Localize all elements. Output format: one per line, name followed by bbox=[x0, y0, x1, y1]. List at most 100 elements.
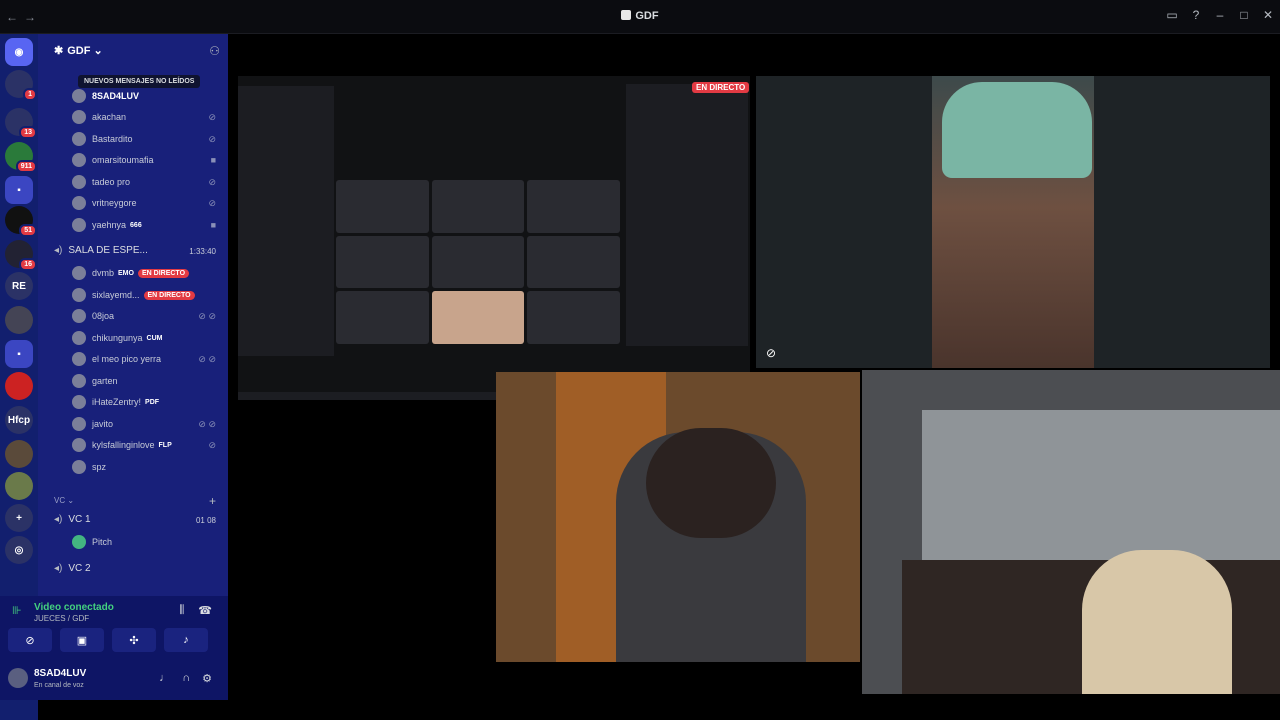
video-tile bbox=[527, 180, 620, 233]
camera-tile[interactable]: ⊘ bbox=[756, 76, 1270, 368]
participant-cap bbox=[942, 82, 1092, 178]
avatar bbox=[72, 309, 86, 323]
voice-member[interactable]: iHateZentry! PDF bbox=[72, 393, 159, 411]
soundboard-button[interactable]: ♪ bbox=[164, 628, 208, 652]
folder-icon[interactable]: ▪ bbox=[5, 176, 33, 204]
mic-muted-icon: ⊘ bbox=[208, 198, 216, 208]
add-server-icon[interactable]: + bbox=[5, 504, 33, 532]
server-icon[interactable] bbox=[5, 306, 33, 334]
avatar bbox=[72, 175, 86, 189]
video-tile bbox=[431, 291, 525, 344]
user-panel: 8SAD4LUV En canal de voz ♩ ∩ ⚙ bbox=[0, 658, 228, 700]
camera-tile[interactable] bbox=[496, 372, 860, 662]
avatar bbox=[72, 196, 86, 210]
inbox-icon[interactable]: ▭ bbox=[1166, 8, 1178, 22]
camera-icon: ■ bbox=[210, 155, 216, 165]
server-icon[interactable]: 1 bbox=[5, 70, 37, 101]
voice-member[interactable]: javito bbox=[72, 415, 113, 433]
folder-icon[interactable]: ▪ bbox=[5, 340, 33, 368]
voice-channel-waiting-room[interactable]: ◂) SALA DE ESPE... bbox=[54, 245, 148, 256]
server-icon: ✱ bbox=[54, 45, 64, 57]
server-icon[interactable]: 911 bbox=[5, 142, 37, 173]
server-icon[interactable] bbox=[5, 372, 33, 400]
voice-action-buttons: ⊘ ▣ ✣ ♪ bbox=[8, 628, 208, 652]
noise-suppression-icon[interactable]: ⫼ bbox=[179, 604, 184, 617]
channel-sidebar: ✱ GDF ⌄ ⚇ NUEVOS MENSAJES NO LEÍDOS 8SAD4… bbox=[38, 34, 228, 596]
activities-button[interactable]: ✣ bbox=[112, 628, 156, 652]
home-button[interactable]: ◉ bbox=[5, 38, 33, 66]
speaker-icon: ◂) bbox=[54, 245, 63, 256]
camera-icon: ■ bbox=[210, 220, 216, 230]
camera-off-button[interactable]: ⊘ bbox=[8, 628, 52, 652]
voice-member[interactable]: sixlayemd... EN DIRECTO bbox=[72, 286, 195, 304]
voice-member[interactable]: garten bbox=[72, 372, 118, 390]
help-icon[interactable]: ? bbox=[1190, 8, 1202, 22]
channel-timer: 1:33:40 bbox=[189, 247, 216, 256]
camera-tile[interactable] bbox=[862, 370, 1280, 694]
deafened-icon: ⊘ ⊘ bbox=[198, 311, 216, 321]
category-header[interactable]: VC ⌄ bbox=[54, 496, 74, 505]
participant-hair bbox=[646, 428, 776, 538]
voice-member[interactable]: chikungunya CUM bbox=[72, 329, 163, 347]
avatar bbox=[72, 218, 86, 232]
username[interactable]: 8SAD4LUV bbox=[34, 668, 86, 679]
voice-member[interactable]: el meo pico yerra bbox=[72, 350, 161, 368]
voice-member[interactable]: 8SAD4LUV bbox=[72, 87, 139, 105]
server-icon[interactable] bbox=[5, 440, 33, 468]
close-button[interactable]: ✕ bbox=[1262, 8, 1274, 22]
headphones-icon[interactable]: ∩ bbox=[182, 672, 190, 685]
voice-channel-vc1[interactable]: ◂) VC 1 bbox=[54, 514, 91, 525]
voice-member[interactable]: dvmb EMO EN DIRECTO bbox=[72, 264, 190, 282]
maximize-button[interactable]: □ bbox=[1238, 8, 1250, 22]
voice-member[interactable]: yaehnya 666 bbox=[72, 216, 142, 234]
screen-share-tile[interactable]: EN DIRECTO bbox=[238, 76, 750, 400]
server-icon[interactable]: Hfcp bbox=[5, 406, 33, 434]
shared-screen-sidebar bbox=[238, 86, 334, 356]
voice-member[interactable]: tadeo pro bbox=[72, 173, 130, 191]
server-icon[interactable]: 51 bbox=[5, 206, 37, 237]
avatar bbox=[72, 535, 86, 549]
video-tile bbox=[336, 180, 429, 233]
add-channel-icon[interactable]: + bbox=[209, 494, 216, 508]
user-status: En canal de voz bbox=[34, 682, 84, 689]
voice-status[interactable]: Video conectado bbox=[34, 602, 114, 613]
voice-member[interactable]: 08joa bbox=[72, 307, 114, 325]
deafened-icon: ⊘ ⊘ bbox=[198, 354, 216, 364]
voice-member[interactable]: akachan bbox=[72, 108, 126, 126]
server-icon[interactable]: RE bbox=[5, 272, 33, 300]
server-icon[interactable] bbox=[5, 472, 33, 500]
video-tile bbox=[336, 291, 429, 344]
server-name[interactable]: ✱ GDF ⌄ bbox=[54, 44, 103, 57]
voice-member[interactable]: Pitch bbox=[72, 533, 112, 551]
avatar bbox=[72, 110, 86, 124]
minimize-button[interactable]: – bbox=[1214, 8, 1226, 22]
video-stage: EN DIRECTO ⊘ bbox=[228, 34, 1280, 720]
live-badge: EN DIRECTO bbox=[692, 82, 750, 93]
avatar bbox=[72, 331, 86, 345]
microphone-icon[interactable]: ♩ bbox=[159, 672, 170, 685]
voice-channel-vc2[interactable]: ◂) VC 2 bbox=[54, 563, 91, 574]
avatar[interactable] bbox=[8, 668, 28, 688]
voice-channel-link[interactable]: JUECES / GDF bbox=[34, 614, 89, 623]
voice-member[interactable]: spz bbox=[72, 458, 106, 476]
server-icon[interactable]: 16 bbox=[5, 240, 37, 271]
avatar bbox=[72, 132, 86, 146]
video-tile bbox=[336, 235, 429, 289]
voice-member[interactable]: Bastardito bbox=[72, 130, 133, 148]
voice-controls: ⫼ ☎ bbox=[179, 604, 212, 617]
add-user-icon[interactable]: ⚇ bbox=[209, 44, 220, 58]
voice-member[interactable]: kylsfallinginlove FLP bbox=[72, 436, 172, 454]
window-controls: ▭ ? – □ ✕ bbox=[1166, 8, 1274, 22]
server-icon[interactable]: 13 bbox=[5, 108, 37, 139]
voice-member[interactable]: omarsitoumafia bbox=[72, 151, 154, 169]
disconnect-icon[interactable]: ☎ bbox=[198, 604, 212, 617]
avatar bbox=[72, 395, 86, 409]
share-screen-button[interactable]: ▣ bbox=[60, 628, 104, 652]
mic-muted-icon: ⊘ bbox=[208, 112, 216, 122]
voice-member[interactable]: vritneygore bbox=[72, 194, 137, 212]
avatar bbox=[72, 438, 86, 452]
live-badge: EN DIRECTO bbox=[143, 290, 195, 300]
speaker-icon: ◂) bbox=[54, 514, 63, 525]
settings-icon[interactable]: ⚙ bbox=[202, 672, 212, 685]
discover-icon[interactable]: ◎ bbox=[5, 536, 33, 564]
